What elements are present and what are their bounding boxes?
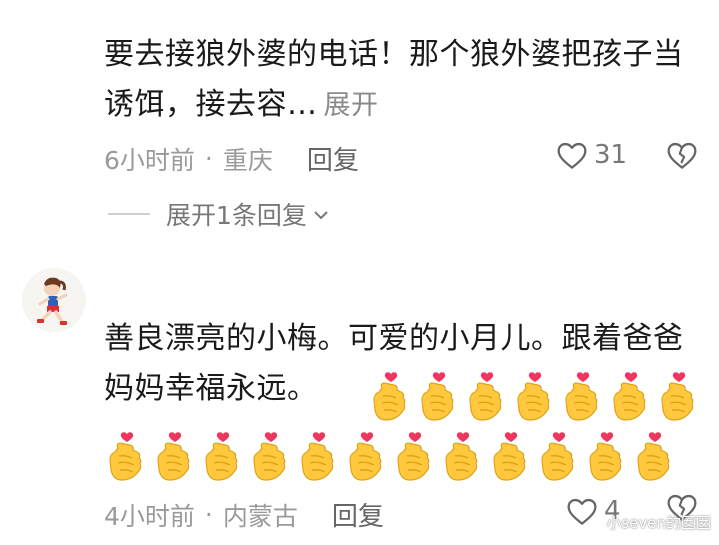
finger-heart-emoji bbox=[104, 430, 152, 484]
meta-separator: · bbox=[204, 500, 213, 529]
dislike-button[interactable] bbox=[666, 140, 698, 174]
comment-1-text: 要去接狼外婆的电话！那个狼外婆把孩子当诱饵，接去容… 展开 bbox=[104, 30, 704, 131]
reply-button[interactable]: 回复 bbox=[332, 496, 384, 533]
emoji-row-2 bbox=[104, 430, 680, 484]
expand-comment-link[interactable]: 展开 bbox=[324, 90, 379, 121]
finger-heart-emoji bbox=[512, 370, 560, 424]
finger-heart-emoji bbox=[536, 430, 584, 484]
meta-separator: · bbox=[204, 144, 213, 173]
expand-replies-button[interactable]: 展开1条回复 bbox=[108, 196, 329, 232]
finger-heart-emoji bbox=[296, 430, 344, 484]
comment-2-meta: 4小时前 · 内蒙古 回复 bbox=[104, 496, 384, 533]
like-count: 31 bbox=[594, 140, 628, 170]
chevron-down-icon bbox=[313, 202, 329, 226]
broken-heart-icon bbox=[667, 142, 697, 169]
finger-heart-emoji bbox=[656, 370, 704, 424]
heart-outline-icon bbox=[557, 142, 587, 169]
watermark: 小seven的囡囡 bbox=[606, 514, 711, 532]
finger-heart-emoji bbox=[560, 370, 608, 424]
heart-outline-icon bbox=[567, 498, 597, 525]
finger-heart-emoji bbox=[152, 430, 200, 484]
like-button[interactable]: 31 bbox=[556, 140, 627, 170]
finger-heart-emoji bbox=[416, 370, 464, 424]
finger-heart-emoji bbox=[464, 370, 512, 424]
comment-time: 4小时前 bbox=[104, 501, 195, 531]
finger-heart-emoji bbox=[440, 430, 488, 484]
expand-replies-label: 展开1条回复 bbox=[166, 201, 307, 230]
comment-1-meta: 6小时前 · 重庆 回复 bbox=[104, 140, 359, 177]
finger-heart-emoji bbox=[632, 430, 680, 484]
emoji-row-1 bbox=[368, 370, 704, 424]
finger-heart-emoji bbox=[608, 370, 656, 424]
finger-heart-emoji bbox=[392, 430, 440, 484]
comment-location: 重庆 bbox=[222, 145, 273, 175]
finger-heart-emoji bbox=[584, 430, 632, 484]
comment-location: 内蒙古 bbox=[222, 501, 298, 531]
finger-heart-emoji bbox=[248, 430, 296, 484]
avatar[interactable] bbox=[22, 268, 86, 332]
finger-heart-emoji bbox=[368, 370, 416, 424]
comment-1-body: 要去接狼外婆的电话！那个狼外婆把孩子当诱饵，接去容… bbox=[104, 37, 684, 122]
reply-button[interactable]: 回复 bbox=[307, 140, 359, 177]
finger-heart-emoji bbox=[344, 430, 392, 484]
comment-time: 6小时前 bbox=[104, 145, 195, 175]
finger-heart-emoji bbox=[488, 430, 536, 484]
runner-girl-icon bbox=[37, 277, 68, 325]
finger-heart-emoji bbox=[200, 430, 248, 484]
thread-line bbox=[108, 213, 150, 215]
